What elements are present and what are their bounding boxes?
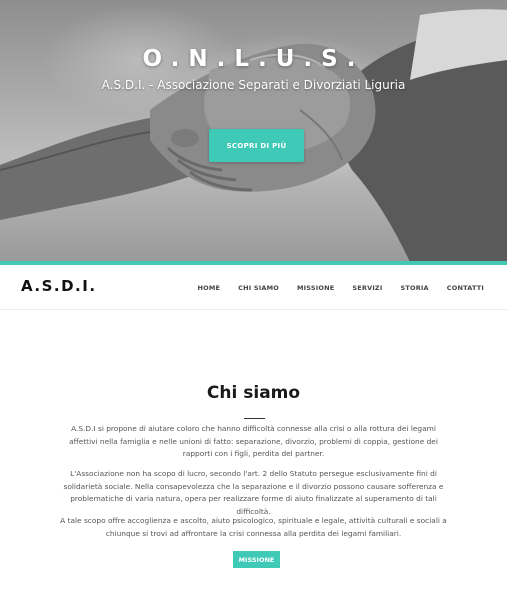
nav-item-servizi[interactable]: Servizi: [343, 284, 391, 292]
nav-item-missione[interactable]: Missione: [288, 284, 343, 292]
nav-item-chi-siamo[interactable]: Chi siamo: [229, 284, 288, 292]
main-navbar: A.S.D.I. HOME Chi siamo Missione Servizi…: [0, 265, 507, 310]
hero-title: O.N.L.U.S.: [142, 46, 365, 72]
hero-subtitle: A.S.D.I. - Associazione Separati e Divor…: [101, 78, 406, 92]
nav-item-storia[interactable]: Storia: [391, 284, 437, 292]
section-title: Chi siamo: [206, 383, 301, 403]
paragraph-mission: L'Associazione non ha scopo di lucro, se…: [63, 469, 444, 516]
main-menu: HOME Chi siamo Missione Servizi Storia C…: [188, 284, 484, 292]
paragraph-intro: A.S.D.I si propone di aiutare coloro che…: [69, 424, 438, 459]
title-divider: [244, 418, 265, 419]
paragraph-services: A tale scopo offre accoglienza e ascolto…: [60, 516, 447, 538]
site-logo[interactable]: A.S.D.I.: [21, 277, 97, 295]
about-section: Chi siamo A.S.D.I si propone di aiutare …: [0, 310, 507, 608]
nav-item-contatti[interactable]: Contatti: [438, 284, 484, 292]
discover-more-button[interactable]: SCOPRI DI PIÙ: [209, 129, 304, 162]
missione-button[interactable]: Missione: [233, 551, 280, 568]
hero-banner: O.N.L.U.S. A.S.D.I. - Associazione Separ…: [0, 0, 507, 262]
nav-item-home[interactable]: HOME: [188, 284, 229, 292]
